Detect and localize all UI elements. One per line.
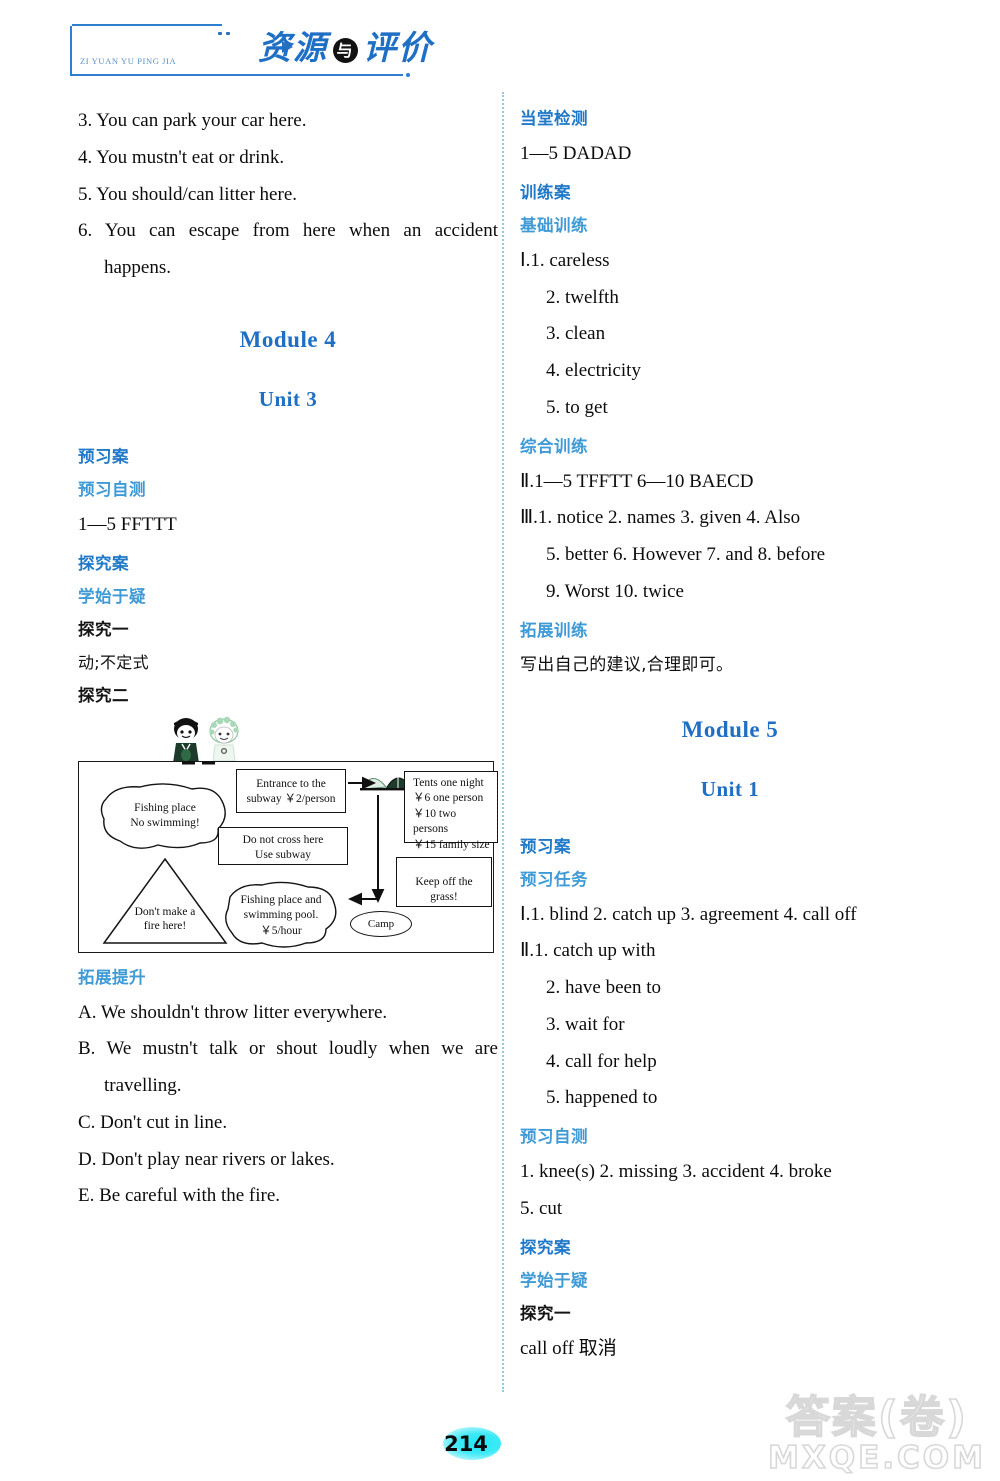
answer-line: Ⅲ.1. notice 2. names 3. given 4. Also — [520, 507, 801, 529]
module-title: Module 5 — [681, 716, 779, 742]
section-heading-yuxi-an: 预习案 — [520, 836, 571, 856]
masthead-pinyin: ZI YUAN YU PING JIA — [80, 56, 177, 66]
page-number: 214 — [444, 1432, 488, 1456]
answer-line: 2. twelfth — [546, 286, 619, 308]
answer-line: A. We shouldn't throw litter everywhere. — [78, 1001, 388, 1023]
left-column: 3. You can park your car here. 4. You mu… — [78, 96, 498, 1221]
subsection-tanjiu-2: 探究二 — [78, 685, 129, 705]
answer-line: 4. call for help — [546, 1050, 657, 1072]
answer-line: 3. wait for — [546, 1013, 625, 1035]
answer-line: 3. You can park your car here. — [78, 110, 307, 131]
answer-line: 4. You mustn't eat or drink. — [78, 146, 285, 168]
sign-line: Fishing place and — [240, 893, 322, 906]
answer-line: 动;不定式 — [78, 652, 149, 672]
sign-dont-make-fire: Don't make a fire here! — [100, 855, 230, 947]
section-heading-yuxi-zice: 预习自测 — [520, 1127, 588, 1146]
section-heading-tuozhan-tisheng: 拓展提升 — [78, 967, 146, 987]
sign-line: swimming pool. — [243, 909, 319, 922]
masthead-title-part2: 评价 — [363, 28, 433, 67]
masthead-underline — [258, 74, 403, 76]
answer-line: 5. better 6. However 7. and 8. before — [546, 544, 826, 565]
answer-line: 2. have been to — [546, 977, 662, 998]
answer-line: Ⅱ.1. catch up with — [520, 940, 656, 962]
answer-line: 5. cut — [520, 1197, 563, 1219]
answer-line: 9. Worst 10. twice — [546, 580, 684, 602]
section-heading-tanjiu-an: 探究案 — [78, 553, 129, 573]
sign-line: Don't make a — [134, 905, 196, 918]
section-heading-yuxi-zice: 预习自测 — [78, 479, 146, 499]
answer-line: 3. clean — [546, 323, 606, 345]
answer-line: call off 取消 — [520, 1337, 617, 1359]
answer-line: 5. You should/can litter here. — [78, 183, 298, 205]
section-heading-yuxi-an: 预习案 — [78, 446, 129, 466]
watermark-line1: 答案(卷) — [785, 1392, 969, 1443]
camp-rules-figure: Fishing place No swimming! Don't make a … — [78, 715, 498, 955]
masthead-logo: ZI YUAN YU PING JIA 资源与评价 — [68, 18, 431, 80]
page-number-badge: 214 — [443, 1427, 501, 1460]
section-heading-tanjiu-an: 探究案 — [520, 1237, 571, 1257]
section-heading-zonghe-xunlian: 综合训练 — [520, 436, 588, 456]
answer-key-page: ZI YUAN YU PING JIA 资源与评价 3. You can par… — [0, 0, 1000, 1481]
answer-line: B. We mustn't talk or shout loudly when … — [78, 1038, 498, 1060]
answer-line: 1—5 DADAD — [520, 143, 632, 164]
right-column: 当堂检测 1—5 DADAD 训练案 基础训练 Ⅰ.1. careless 2.… — [520, 96, 940, 1373]
column-divider — [502, 92, 504, 1392]
subsection-tanjiu-1: 探究一 — [78, 619, 129, 639]
section-heading-dangtang-jiance: 当堂检测 — [520, 109, 588, 128]
watermark-line2: MXQE.COM — [767, 1440, 986, 1476]
answer-line: D. Don't play near rivers or lakes. — [78, 1148, 335, 1170]
answer-line: 1—5 FFTTT — [78, 513, 177, 535]
sign-line: ￥5/hour — [260, 924, 302, 937]
module-title: Module 4 — [239, 326, 337, 352]
answer-line: Ⅱ.1—5 TFFTT 6—10 BAECD — [520, 470, 754, 492]
unit-title: Unit 3 — [258, 386, 318, 411]
unit-title: Unit 1 — [700, 776, 760, 801]
section-heading-xueshi-yuyi: 学始于疑 — [78, 586, 146, 606]
answer-line: Ⅰ.1. blind 2. catch up 3. agreement 4. c… — [520, 903, 857, 925]
section-heading-tuozhan-xunlian: 拓展训练 — [520, 620, 588, 640]
answer-line: 6. You can escape from here when an acci… — [78, 220, 498, 242]
section-heading-yuxi-renwu: 预习任务 — [520, 869, 588, 889]
answer-line: Ⅰ.1. careless — [520, 249, 610, 271]
section-heading-xunlian-an: 训练案 — [520, 182, 571, 202]
sign-line: No swimming! — [130, 817, 200, 830]
answer-line: 1. knee(s) 2. missing 3. accident 4. bro… — [520, 1161, 832, 1182]
answer-line: C. Don't cut in line. — [78, 1111, 228, 1133]
answer-line: E. Be careful with the fire. — [78, 1185, 281, 1207]
answer-line: 写出自己的建议,合理即可。 — [520, 654, 734, 675]
section-heading-xueshi-yuyi: 学始于疑 — [520, 1270, 588, 1290]
answer-line: 4. electricity — [546, 360, 641, 381]
answer-line: 5. happened to — [546, 1087, 658, 1109]
sign-line: Fishing place — [134, 801, 196, 814]
sign-line: fire here! — [143, 920, 187, 933]
section-heading-jichu-xunlian: 基础训练 — [520, 215, 588, 235]
masthead-title: 资源与评价 — [258, 26, 433, 70]
masthead-dot — [406, 73, 410, 77]
masthead-title-part1: 资源 — [258, 28, 328, 67]
answer-line: 5. to get — [546, 396, 608, 418]
answer-line-cont: happens. — [104, 257, 172, 278]
subsection-tanjiu-1: 探究一 — [520, 1303, 571, 1323]
masthead-yu-badge: 与 — [333, 38, 358, 63]
watermark: 答案(卷) MXQE.COM — [767, 1392, 986, 1476]
answer-line-cont: travelling. — [104, 1075, 182, 1096]
